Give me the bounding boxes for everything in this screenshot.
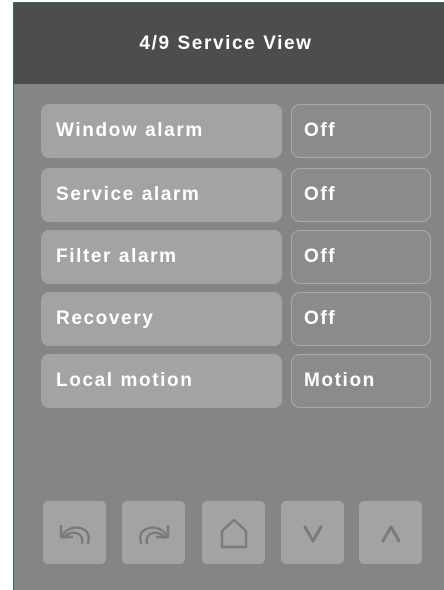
setting-row-service-alarm: Service alarm Off (41, 168, 443, 222)
setting-value-button[interactable]: Off (291, 230, 431, 284)
home-icon (220, 518, 247, 548)
chevron-up-icon (381, 525, 400, 542)
setting-row-local-motion: Local motion Motion (41, 354, 443, 408)
setting-value-button[interactable]: Off (291, 104, 431, 158)
setting-label: Window alarm (41, 104, 282, 158)
setting-value-button[interactable]: Motion (291, 354, 431, 408)
setting-label: Filter alarm (41, 230, 282, 284)
chevron-down-icon (303, 525, 322, 542)
undo-icon (59, 524, 90, 544)
setting-value-button[interactable]: Off (291, 292, 431, 346)
service-view-screen: 4/9 Service View Window alarm Off Servic… (13, 2, 444, 590)
redo-button[interactable] (122, 501, 185, 564)
home-button[interactable] (202, 501, 265, 564)
setting-label: Local motion (41, 354, 282, 408)
scroll-down-button[interactable] (281, 501, 344, 564)
header-bar: 4/9 Service View (14, 3, 444, 84)
scroll-up-button[interactable] (359, 501, 422, 564)
undo-button[interactable] (43, 501, 106, 564)
setting-value-button[interactable]: Off (291, 168, 431, 222)
setting-row-recovery: Recovery Off (41, 292, 443, 346)
setting-label: Recovery (41, 292, 282, 346)
setting-row-window-alarm: Window alarm Off (41, 104, 443, 158)
setting-label: Service alarm (41, 168, 282, 222)
page-title: 4/9 Service View (139, 32, 313, 54)
setting-row-filter-alarm: Filter alarm Off (41, 230, 443, 284)
redo-icon (138, 524, 169, 544)
